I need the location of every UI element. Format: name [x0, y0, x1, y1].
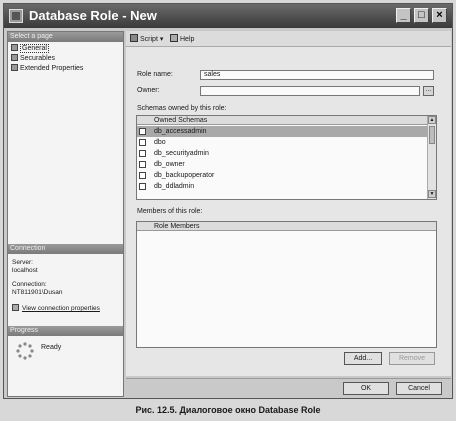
- members-grid: Role Members: [136, 221, 437, 348]
- schema-checkbox[interactable]: [139, 139, 146, 146]
- page-securables[interactable]: Securables: [11, 54, 55, 63]
- help-icon: [170, 34, 178, 42]
- window-title: Database Role - New: [29, 8, 157, 23]
- schema-checkbox[interactable]: [139, 150, 146, 157]
- schemas-grid-header: Owned Schemas: [137, 116, 428, 125]
- help-button[interactable]: Help: [170, 34, 194, 44]
- schema-checkbox[interactable]: [139, 183, 146, 190]
- minimize-button[interactable]: _: [396, 8, 411, 23]
- select-page-header: Select a page: [8, 32, 123, 42]
- ok-button[interactable]: OK: [343, 382, 389, 395]
- schemas-scrollbar[interactable]: ▲ ▼: [427, 116, 436, 199]
- scroll-thumb[interactable]: [429, 126, 435, 144]
- role-name-label: Role name:: [137, 71, 173, 78]
- schema-row[interactable]: db_securityadmin: [137, 148, 428, 159]
- scroll-down-arrow-icon[interactable]: ▼: [428, 190, 436, 198]
- window-app-icon: [9, 9, 23, 23]
- role-name-field[interactable]: sales: [200, 70, 434, 80]
- page-icon: [11, 54, 18, 61]
- schema-row[interactable]: db_owner: [137, 159, 428, 170]
- progress-header: Progress: [8, 326, 123, 336]
- cancel-button[interactable]: Cancel: [396, 382, 442, 395]
- toolbar: Script ▾ Help: [126, 31, 451, 47]
- page-general[interactable]: General: [11, 44, 49, 53]
- add-member-button[interactable]: Add...: [344, 352, 382, 365]
- server-value: localhost: [12, 267, 38, 274]
- script-button[interactable]: Script ▾: [130, 34, 163, 44]
- server-label: Server:: [12, 259, 33, 266]
- page-extended-properties[interactable]: Extended Properties: [11, 64, 83, 73]
- schema-row[interactable]: db_ddladmin: [137, 181, 428, 192]
- script-icon: [130, 34, 138, 42]
- schemas-grid: Owned Schemas db_accessadmin dbo db_secu…: [136, 115, 437, 200]
- owner-browse-button[interactable]: ...: [423, 86, 434, 96]
- maximize-button[interactable]: □: [414, 8, 429, 23]
- footer-divider: [126, 378, 451, 379]
- connection-label: Connection:: [12, 281, 47, 288]
- database-role-dialog: Database Role - New _ □ × Select a page …: [3, 3, 453, 399]
- schema-checkbox[interactable]: [139, 172, 146, 179]
- close-button[interactable]: ×: [432, 8, 447, 23]
- members-grid-header: Role Members: [137, 222, 436, 231]
- schema-checkbox[interactable]: [139, 161, 146, 168]
- owner-label: Owner:: [137, 87, 160, 94]
- connection-value: NT811901\Dusan: [12, 289, 63, 296]
- schema-row[interactable]: dbo: [137, 137, 428, 148]
- page-icon: [11, 44, 18, 51]
- figure-caption: Рис. 12.5. Диалоговое окно Database Role: [135, 405, 321, 415]
- properties-icon: [12, 304, 19, 311]
- members-label: Members of this role:: [137, 208, 203, 215]
- schemas-label: Schemas owned by this role:: [137, 105, 227, 112]
- view-connection-properties-link[interactable]: View connection properties: [12, 304, 100, 312]
- progress-spinner-icon: [16, 342, 34, 360]
- connection-header: Connection: [8, 244, 123, 254]
- main-panel: Script ▾ Help Role name: sales Owner: ..…: [126, 31, 451, 376]
- schema-row[interactable]: db_accessadmin: [137, 126, 428, 137]
- scroll-up-arrow-icon[interactable]: ▲: [428, 116, 436, 124]
- remove-member-button[interactable]: Remove: [389, 352, 435, 365]
- left-panel: Select a page General Securables Extende…: [7, 31, 124, 397]
- schema-row[interactable]: db_backupoperator: [137, 170, 428, 181]
- owner-field[interactable]: [200, 86, 420, 96]
- schema-checkbox[interactable]: [139, 128, 146, 135]
- progress-status: Ready: [41, 344, 62, 351]
- page-icon: [11, 64, 18, 71]
- title-bar: Database Role - New _ □ ×: [4, 4, 452, 28]
